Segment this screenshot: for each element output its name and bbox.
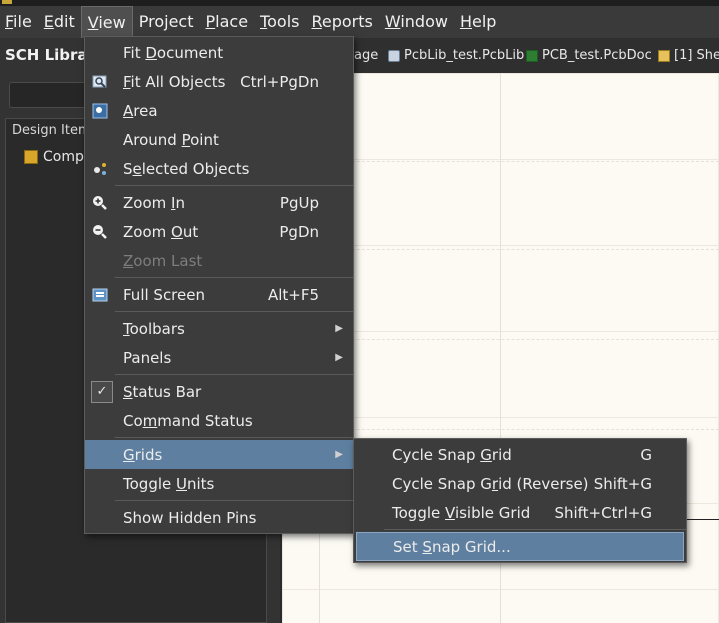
selected-objects-icon xyxy=(92,161,108,177)
menu-item-zoom-out[interactable]: Zoom Out PgDn xyxy=(85,217,353,246)
menu-help[interactable]: Help xyxy=(454,6,502,38)
item-label: Fit Document xyxy=(123,43,224,62)
zoom-out-icon xyxy=(92,224,108,240)
tab-label: [1] She xyxy=(674,48,719,63)
menu-item-toggle-visible-grid[interactable]: Toggle Visible Grid Shift+Ctrl+G xyxy=(354,498,686,527)
item-label: Toggle Units xyxy=(123,474,215,493)
menu-view[interactable]: View xyxy=(80,6,133,38)
menu-tools[interactable]: Tools xyxy=(254,6,305,38)
view-menu: Fit Document Fit All Objects Ctrl+PgDn A… xyxy=(84,36,354,534)
tab-sheet[interactable]: [1] She xyxy=(658,48,719,63)
menu-separator xyxy=(384,529,686,530)
item-shortcut: Shift+G xyxy=(593,474,652,493)
menu-item-around-point[interactable]: Around Point xyxy=(85,125,353,154)
sheet-icon xyxy=(658,49,670,62)
submenu-arrow-icon: ▶ xyxy=(335,449,343,460)
menu-item-status-bar[interactable]: ✓ Status Bar xyxy=(85,377,353,406)
grids-submenu: Cycle Snap Grid G Cycle Snap Grid (Rever… xyxy=(353,438,687,563)
menu-item-command-status[interactable]: Command Status xyxy=(85,406,353,435)
menu-project[interactable]: Project xyxy=(133,6,200,38)
menu-separator xyxy=(115,185,353,186)
menu-place[interactable]: Place xyxy=(200,6,255,38)
menu-item-fit-document[interactable]: Fit Document xyxy=(85,38,353,67)
item-label: Area xyxy=(123,101,158,120)
menu-item-cycle-snap-grid-reverse[interactable]: Cycle Snap Grid (Reverse) Shift+G xyxy=(354,469,686,498)
menu-separator xyxy=(115,374,353,375)
item-label: Cycle Snap Grid (Reverse) xyxy=(392,474,589,493)
menu-item-selected-objects[interactable]: Selected Objects xyxy=(85,154,353,183)
item-label: Selected Objects xyxy=(123,159,250,178)
menu-separator xyxy=(115,500,353,501)
menu-reports[interactable]: Reports xyxy=(305,6,378,38)
item-shortcut: Ctrl+PgDn xyxy=(240,72,319,91)
item-shortcut: PgUp xyxy=(279,193,319,212)
item-shortcut: Alt+F5 xyxy=(267,285,319,304)
tab-label: PcbLib_test.PcbLib xyxy=(404,48,525,63)
item-label: Toolbars xyxy=(123,319,185,338)
menu-item-panels[interactable]: Panels ▶ xyxy=(85,343,353,372)
menu-item-full-screen[interactable]: Full Screen Alt+F5 xyxy=(85,280,353,309)
item-label: Status Bar xyxy=(123,382,202,401)
tab-page[interactable]: age xyxy=(354,48,378,63)
item-label: Zoom In xyxy=(123,193,185,212)
menu-item-set-snap-grid[interactable]: Set Snap Grid... xyxy=(356,532,684,561)
item-label: Panels xyxy=(123,348,172,367)
menu-separator xyxy=(115,277,353,278)
fit-all-icon xyxy=(92,74,108,90)
item-label: Zoom Out xyxy=(123,222,199,241)
item-label: Command Status xyxy=(123,411,253,430)
item-shortcut: G xyxy=(640,445,652,464)
menu-window[interactable]: Window xyxy=(379,6,454,38)
wire-segment xyxy=(686,519,719,520)
item-label: Zoom Last xyxy=(123,251,203,270)
tab-label: PCB_test.PcbDoc xyxy=(542,48,652,63)
pcblib-icon xyxy=(388,49,400,62)
menu-item-toolbars[interactable]: Toolbars ▶ xyxy=(85,314,353,343)
menu-item-zoom-last: Zoom Last xyxy=(85,246,353,275)
tab-pcbdoc[interactable]: PCB_test.PcbDoc xyxy=(526,48,652,63)
menu-edit[interactable]: Edit xyxy=(38,6,81,38)
submenu-arrow-icon: ▶ xyxy=(335,323,343,334)
item-shortcut: PgDn xyxy=(279,222,319,241)
tree-column-header[interactable]: Design Item xyxy=(12,123,91,138)
full-screen-icon xyxy=(92,287,108,303)
menu-item-cycle-snap-grid[interactable]: Cycle Snap Grid G xyxy=(354,440,686,469)
item-label: Around Point xyxy=(123,130,219,149)
menu-item-fit-all-objects[interactable]: Fit All Objects Ctrl+PgDn xyxy=(85,67,353,96)
tab-label: age xyxy=(354,48,379,63)
component-icon xyxy=(24,150,38,164)
item-shortcut: Shift+Ctrl+G xyxy=(554,503,652,522)
item-label: Show Hidden Pins xyxy=(123,508,257,527)
tab-pcblib[interactable]: PcbLib_test.PcbLib xyxy=(388,48,524,63)
menu-bar: File Edit View Project Place Tools Repor… xyxy=(0,6,719,38)
menu-separator xyxy=(115,311,353,312)
zoom-area-icon xyxy=(92,103,108,119)
menu-file[interactable]: File xyxy=(0,6,38,38)
app-icon xyxy=(2,0,12,4)
menu-item-grids[interactable]: Grids ▶ xyxy=(85,440,353,469)
menu-item-zoom-in[interactable]: Zoom In PgUp xyxy=(85,188,353,217)
item-label: Set Snap Grid... xyxy=(393,537,511,556)
menu-separator xyxy=(115,437,353,438)
pcbdoc-icon xyxy=(526,49,538,62)
item-label: Toggle Visible Grid xyxy=(392,503,531,522)
menu-item-area[interactable]: Area xyxy=(85,96,353,125)
menu-item-toggle-units[interactable]: Toggle Units xyxy=(85,469,353,498)
check-icon: ✓ xyxy=(91,380,113,403)
item-label: Fit All Objects xyxy=(123,72,226,91)
zoom-in-icon xyxy=(92,195,108,211)
item-label: Grids xyxy=(123,445,163,464)
submenu-arrow-icon: ▶ xyxy=(335,352,343,363)
item-label: Full Screen xyxy=(123,285,205,304)
item-label: Cycle Snap Grid xyxy=(392,445,512,464)
tree-item-label: Comp xyxy=(43,149,84,165)
menu-item-show-hidden-pins[interactable]: Show Hidden Pins xyxy=(85,503,353,532)
